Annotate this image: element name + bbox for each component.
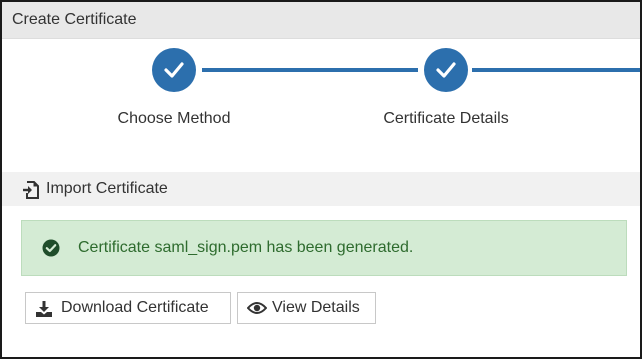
dialog-title: Create Certificate xyxy=(12,11,137,28)
step-1-indicator[interactable] xyxy=(152,48,196,92)
step-connector xyxy=(202,68,418,72)
alert-message: Certificate saml_sign.pem has been gener… xyxy=(78,239,414,256)
step-connector xyxy=(472,68,640,72)
checkmark-icon xyxy=(164,62,184,78)
step-2-indicator[interactable] xyxy=(424,48,468,92)
import-file-icon xyxy=(22,181,40,204)
download-certificate-button[interactable]: Download Certificate xyxy=(25,292,231,324)
download-certificate-label: Download Certificate xyxy=(61,299,209,316)
dialog-title-bar: Create Certificate xyxy=(2,2,640,39)
section-title: Import Certificate xyxy=(46,180,168,197)
view-details-button[interactable]: View Details xyxy=(237,292,376,324)
import-certificate-section-header: Import Certificate xyxy=(2,172,640,206)
step-2-label: Certificate Details xyxy=(383,110,509,127)
check-circle-icon xyxy=(42,239,60,262)
eye-icon xyxy=(246,300,268,321)
download-icon xyxy=(35,300,53,323)
wizard-stepper: Choose Method Certificate Details xyxy=(2,40,640,140)
success-alert: Certificate saml_sign.pem has been gener… xyxy=(21,220,627,276)
create-certificate-dialog: Create Certificate Choose Method Certifi… xyxy=(0,0,642,359)
step-1-label: Choose Method xyxy=(117,110,231,127)
view-details-label: View Details xyxy=(272,299,360,316)
checkmark-icon xyxy=(436,62,456,78)
